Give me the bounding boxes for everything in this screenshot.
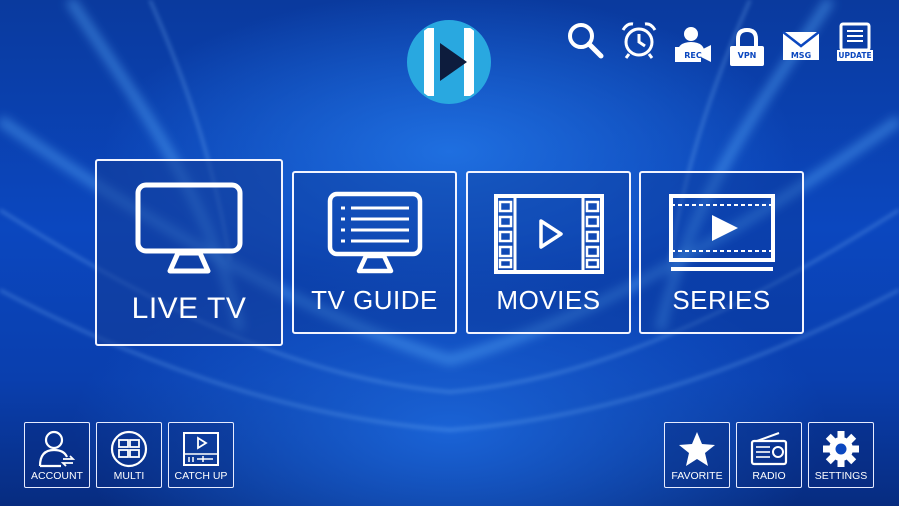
vpn-label: VPN bbox=[737, 51, 757, 60]
catch-up-label: CATCH UP bbox=[174, 470, 228, 482]
series-screen-icon bbox=[669, 194, 775, 271]
radio-icon bbox=[750, 432, 788, 466]
msg-label: MSG bbox=[790, 51, 812, 60]
series-label: SERIES bbox=[672, 285, 771, 315]
account-button[interactable]: ACCOUNT bbox=[24, 422, 90, 488]
movies-label: MOVIES bbox=[496, 285, 601, 315]
update-label: UPDATE bbox=[838, 51, 872, 60]
favorite-label: FAVORITE bbox=[671, 470, 723, 482]
movies-tile[interactable]: MOVIES bbox=[466, 171, 631, 334]
tv-guide-tile[interactable]: TV GUIDE bbox=[292, 171, 457, 334]
top-toolbar: REC VPN MSG UPDATE bbox=[563, 16, 877, 66]
vpn-lock-icon bbox=[730, 28, 764, 66]
radio-button[interactable]: RADIO bbox=[736, 422, 802, 488]
alarm-button[interactable] bbox=[617, 16, 661, 60]
record-button[interactable]: REC bbox=[671, 16, 715, 62]
alarm-clock-icon bbox=[621, 22, 657, 59]
series-tile[interactable]: SERIES bbox=[639, 171, 804, 334]
account-icon bbox=[38, 430, 76, 468]
rec-label: REC bbox=[684, 51, 702, 60]
update-button[interactable]: UPDATE bbox=[833, 16, 877, 61]
film-strip-icon bbox=[494, 194, 604, 274]
star-icon bbox=[679, 432, 715, 466]
live-tv-label: LIVE TV bbox=[131, 292, 247, 325]
account-label: ACCOUNT bbox=[31, 470, 83, 482]
live-tv-tile[interactable]: LIVE TV bbox=[95, 159, 283, 346]
multi-screen-icon bbox=[110, 430, 148, 468]
gear-icon bbox=[823, 431, 859, 467]
vpn-button[interactable]: VPN bbox=[725, 16, 769, 66]
catch-up-icon bbox=[183, 432, 219, 466]
search-button[interactable] bbox=[563, 16, 607, 60]
tv-guide-icon bbox=[327, 191, 423, 274]
tv-icon bbox=[135, 182, 243, 274]
catch-up-button[interactable]: CATCH UP bbox=[168, 422, 234, 488]
settings-button[interactable]: SETTINGS bbox=[808, 422, 874, 488]
settings-label: SETTINGS bbox=[814, 470, 868, 482]
favorite-button[interactable]: FAVORITE bbox=[664, 422, 730, 488]
message-button[interactable]: MSG bbox=[779, 16, 823, 60]
tv-guide-label: TV GUIDE bbox=[311, 285, 438, 315]
multi-label: MULTI bbox=[113, 470, 145, 482]
multi-button[interactable]: MULTI bbox=[96, 422, 162, 488]
search-icon bbox=[568, 23, 604, 59]
radio-label: RADIO bbox=[752, 470, 786, 482]
app-logo bbox=[407, 20, 491, 104]
